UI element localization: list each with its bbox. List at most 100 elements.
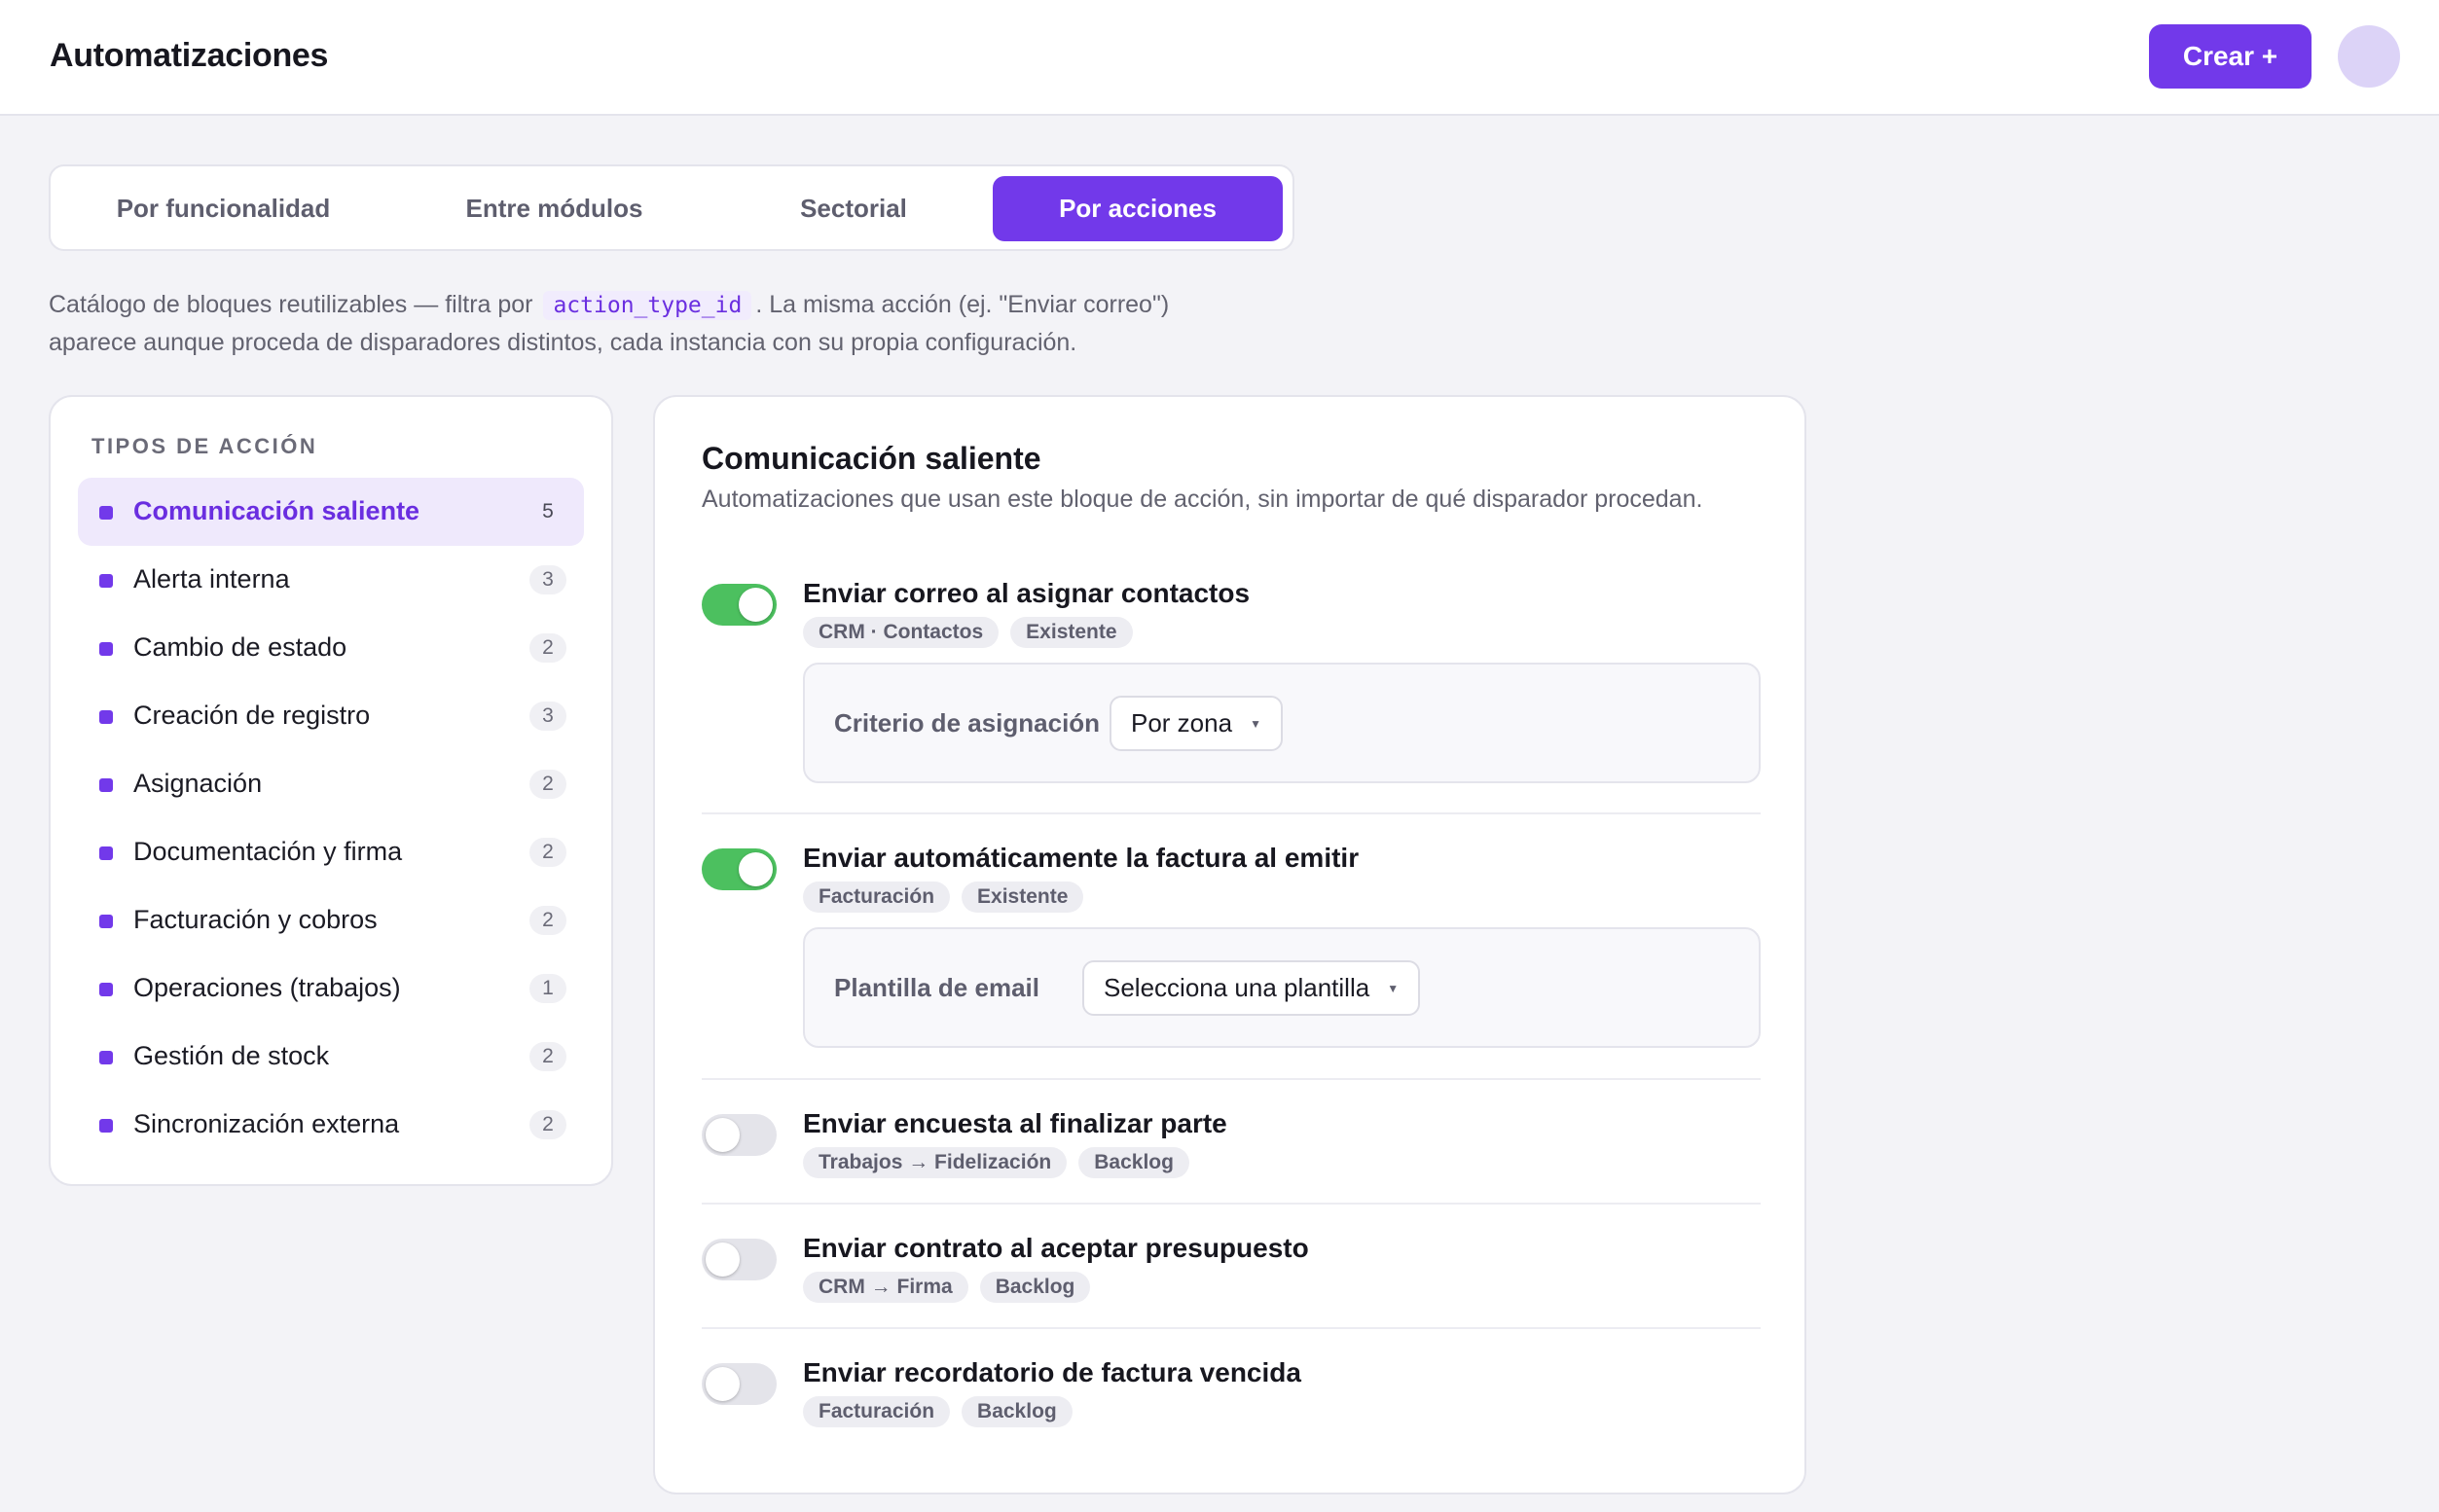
bullet-icon — [99, 574, 113, 588]
action-type-label: Cambio de estado — [133, 632, 347, 662]
automation-tags: Trabajos → Fidelización Backlog — [803, 1147, 1189, 1178]
action-type-count: 2 — [529, 1042, 566, 1071]
status-tag: Backlog — [1078, 1147, 1189, 1178]
action-type-label: Sincronización externa — [133, 1109, 400, 1138]
automation-title: Enviar automáticamente la factura al emi… — [803, 843, 1360, 873]
action-type-count: 5 — [542, 500, 554, 522]
select-value: Por zona — [1131, 708, 1233, 738]
automation-toggle[interactable] — [702, 1239, 777, 1280]
description-text: Catálogo de bloques reutilizables — filt… — [49, 291, 533, 318]
status-tag: Backlog — [962, 1396, 1073, 1427]
action-type-asignacion[interactable]: Asignación 2 — [78, 750, 584, 818]
bullet-icon — [99, 846, 113, 860]
action-type-gestion-de-stock[interactable]: Gestión de stock 2 — [78, 1023, 584, 1091]
action-types-heading: TIPOS DE ACCIÓN — [91, 434, 318, 458]
bullet-icon — [99, 642, 113, 656]
automation-toggle[interactable] — [702, 1363, 777, 1405]
detail-title: Comunicación saliente — [702, 441, 1041, 476]
action-type-creacion-de-registro[interactable]: Creación de registro 3 — [78, 682, 584, 750]
automation-toggle[interactable] — [702, 1114, 777, 1156]
automation-tags: CRM · Contactos Existente — [803, 617, 1133, 648]
avatar[interactable] — [2338, 25, 2400, 88]
assignment-criteria-select[interactable]: Por zona ▼ — [1110, 696, 1283, 751]
select-value: Selecciona una plantilla — [1104, 973, 1370, 1002]
detail-subtitle: Automatizaciones que usan este bloque de… — [702, 486, 1703, 513]
bullet-icon — [99, 710, 113, 724]
action-type-count: 2 — [529, 633, 566, 663]
divider — [702, 1078, 1761, 1080]
action-type-count: 3 — [529, 565, 566, 594]
action-type-label: Documentación y firma — [133, 837, 403, 866]
description-text-after: . La misma acción (ej. "Enviar correo") — [755, 291, 1170, 318]
bullet-icon — [99, 983, 113, 996]
toggle-knob — [739, 852, 773, 886]
description-line-2: aparece aunque proceda de disparadores d… — [49, 329, 1077, 356]
action-type-documentacion-y-firma[interactable]: Documentación y firma 2 — [78, 818, 584, 886]
automation-title: Enviar correo al asignar contactos — [803, 578, 1251, 608]
action-type-cambio-de-estado[interactable]: Cambio de estado 2 — [78, 614, 584, 682]
action-type-id-code: action_type_id — [543, 291, 752, 320]
automation-item: Enviar recordatorio de factura vencida F… — [702, 1357, 1761, 1435]
action-type-count: 2 — [529, 906, 566, 935]
create-button[interactable]: Crear + — [2149, 24, 2312, 89]
automation-title: Enviar contrato al aceptar presupuesto — [803, 1233, 1309, 1263]
tab-sectorial[interactable]: Sectorial — [722, 176, 985, 241]
action-type-label: Gestión de stock — [133, 1041, 330, 1070]
module-tag: CRM → Firma — [803, 1272, 968, 1303]
action-type-count: 2 — [529, 838, 566, 867]
status-tag: Backlog — [979, 1272, 1091, 1303]
bullet-icon — [99, 915, 113, 928]
automation-config: Criterio de asignación Por zona ▼ — [803, 663, 1761, 783]
bullet-icon — [99, 1119, 113, 1133]
action-type-alerta-interna[interactable]: Alerta interna 3 — [78, 546, 584, 614]
action-detail-panel: Comunicación saliente Automatizaciones q… — [653, 395, 1806, 1494]
action-type-comunicacion-saliente[interactable]: Comunicación saliente 5 — [78, 478, 584, 546]
page-title: Automatizaciones — [50, 37, 329, 74]
automation-title: Enviar encuesta al finalizar parte — [803, 1108, 1227, 1138]
action-type-label: Alerta interna — [133, 564, 290, 594]
toggle-knob — [706, 1367, 740, 1401]
toggle-knob — [706, 1118, 740, 1152]
config-label: Criterio de asignación — [834, 708, 1101, 738]
action-type-label: Comunicación saliente — [133, 496, 420, 525]
action-type-count: 3 — [529, 702, 566, 731]
status-tag: Existente — [1010, 617, 1133, 648]
module-tag: CRM · Contactos — [803, 617, 1000, 648]
action-type-count: 1 — [529, 974, 566, 1003]
bullet-icon — [99, 506, 113, 520]
tab-entre-modulos[interactable]: Entre módulos — [391, 176, 717, 241]
tab-por-acciones[interactable]: Por acciones — [993, 176, 1283, 241]
automation-toggle[interactable] — [702, 848, 777, 890]
module-tag: Trabajos → Fidelización — [803, 1147, 1068, 1178]
automation-tags: Facturación Existente — [803, 882, 1084, 913]
config-label: Plantilla de email — [834, 973, 1039, 1002]
divider — [702, 812, 1761, 814]
action-type-facturacion-y-cobros[interactable]: Facturación y cobros 2 — [78, 886, 584, 954]
action-type-label: Creación de registro — [133, 701, 371, 730]
email-template-select[interactable]: Selecciona una plantilla ▼ — [1082, 960, 1421, 1016]
automation-toggle[interactable] — [702, 584, 777, 626]
bullet-icon — [99, 778, 113, 792]
automation-item: Enviar automáticamente la factura al emi… — [702, 843, 1761, 1049]
module-tag: Facturación — [803, 882, 951, 913]
automation-item: Enviar correo al asignar contactos CRM ·… — [702, 578, 1761, 784]
divider — [702, 1203, 1761, 1205]
toggle-knob — [739, 588, 773, 622]
view-tabs: Por funcionalidad Entre módulos Sectoria… — [49, 164, 1294, 251]
automation-tags: Facturación Backlog — [803, 1396, 1073, 1427]
toggle-knob — [706, 1242, 740, 1277]
tab-por-funcionalidad[interactable]: Por funcionalidad — [60, 176, 386, 241]
automation-tags: CRM → Firma Backlog — [803, 1272, 1091, 1303]
action-type-label: Asignación — [133, 769, 263, 798]
catalog-description: Catálogo de bloques reutilizables — filt… — [49, 286, 1314, 361]
action-type-count: 2 — [529, 770, 566, 799]
divider — [702, 1327, 1761, 1329]
top-bar: Automatizaciones Crear + — [0, 0, 2439, 116]
action-type-label: Facturación y cobros — [133, 905, 378, 934]
action-type-operaciones-trabajos[interactable]: Operaciones (trabajos) 1 — [78, 954, 584, 1023]
chevron-down-icon: ▼ — [1250, 716, 1261, 731]
automation-item: Enviar contrato al aceptar presupuesto C… — [702, 1233, 1761, 1311]
action-type-label: Operaciones (trabajos) — [133, 973, 401, 1002]
chevron-down-icon: ▼ — [1387, 981, 1400, 995]
action-type-sincronizacion-externa[interactable]: Sincronización externa 2 — [78, 1091, 584, 1159]
